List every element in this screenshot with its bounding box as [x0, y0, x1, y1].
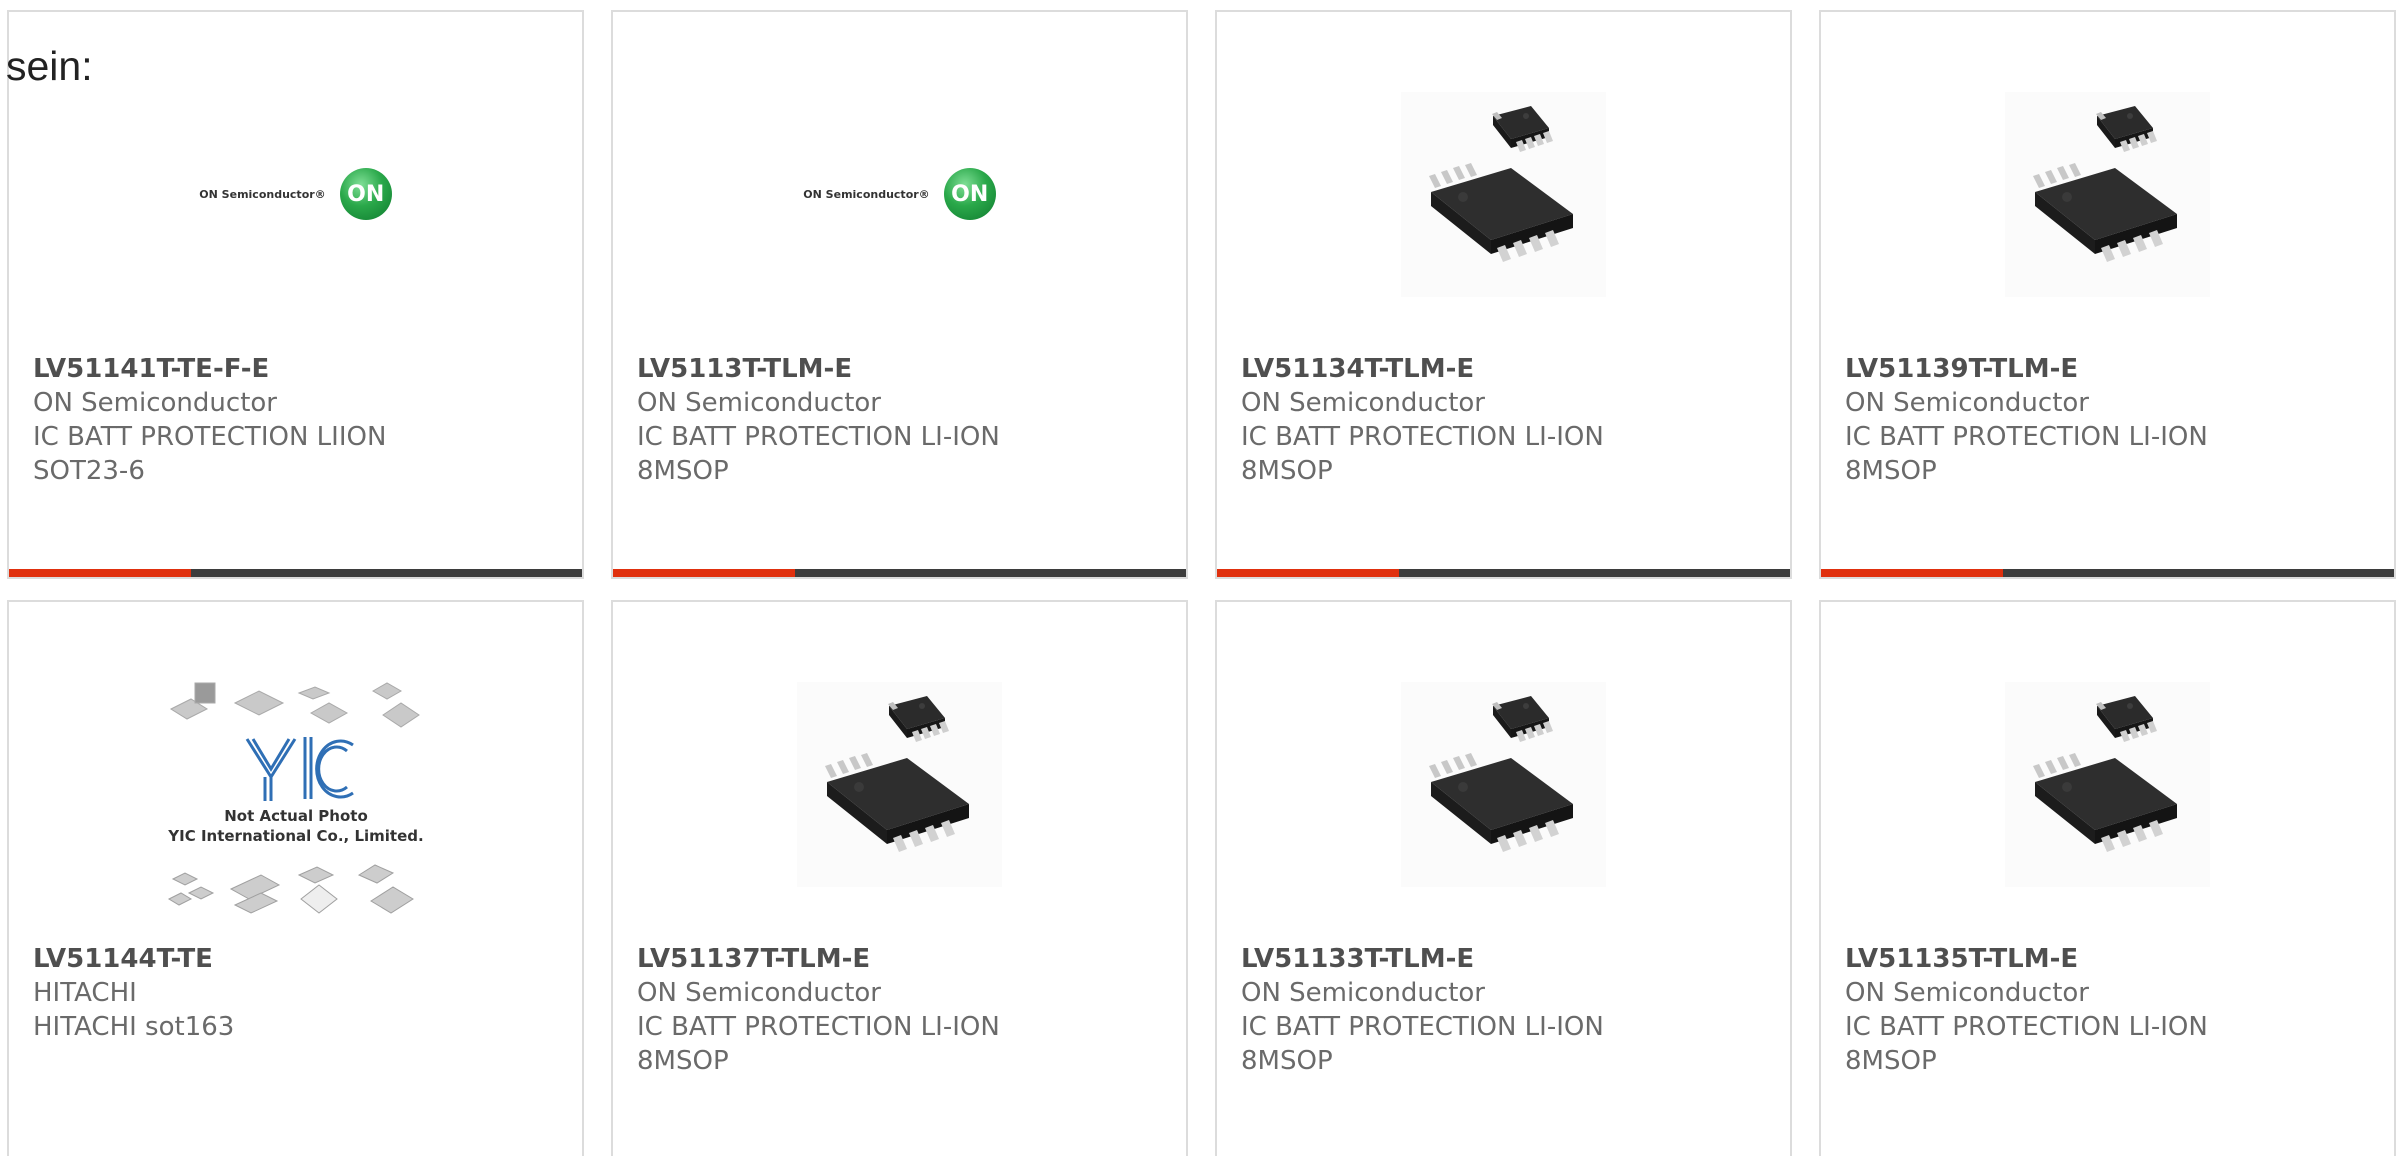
part-number[interactable]: LV51141T-TE-F-E: [33, 352, 570, 386]
chip-photo-svg: [797, 681, 1002, 887]
placeholder-line-1: Not Actual Photo: [224, 807, 368, 825]
card-progress-bar: [1821, 569, 2394, 577]
manufacturer: ON Semiconductor: [33, 388, 277, 418]
product-card[interactable]: LV51133T-TLM-E ON Semiconductor IC BATT …: [1215, 600, 1792, 1156]
card-bar-accent: [1217, 569, 1399, 577]
not-actual-photo-image: Not Actual Photo YIC International Co., …: [160, 679, 431, 929]
product-card[interactable]: LV51134T-TLM-E ON Semiconductor IC BATT …: [1215, 10, 1792, 579]
product-image[interactable]: [1821, 678, 2394, 890]
card-progress-bar: [1217, 569, 1790, 577]
on-logo-mark: ON: [339, 168, 392, 220]
description: IC BATT PROTECTION LI-ION: [1241, 1012, 1604, 1042]
manufacturer: ON Semiconductor: [637, 388, 881, 418]
part-number[interactable]: LV51137T-TLM-E: [637, 942, 1174, 976]
card-progress-bar: [9, 569, 582, 577]
product-card[interactable]: LV51139T-TLM-E ON Semiconductor IC BATT …: [1819, 10, 2396, 579]
chip-photo-svg: [2005, 91, 2210, 297]
product-info: LV51134T-TLM-E ON Semiconductor IC BATT …: [1241, 352, 1778, 488]
msop8-chip-image: [1401, 91, 1606, 297]
product-card[interactable]: LV51137T-TLM-E ON Semiconductor IC BATT …: [611, 600, 1188, 1156]
part-number[interactable]: LV51134T-TLM-E: [1241, 352, 1778, 386]
product-image[interactable]: [1217, 88, 1790, 300]
part-number[interactable]: LV51139T-TLM-E: [1845, 352, 2382, 386]
package: 8MSOP: [1241, 456, 1333, 486]
card-bar-accent: [9, 569, 191, 577]
description: IC BATT PROTECTION LI-ION: [637, 422, 1000, 452]
package: 8MSOP: [637, 1046, 729, 1076]
product-image[interactable]: ON Semiconductor® ON: [9, 88, 582, 300]
manufacturer: ON Semiconductor: [1241, 388, 1485, 418]
product-info: LV51135T-TLM-E ON Semiconductor IC BATT …: [1845, 942, 2382, 1078]
msop8-chip-image: [1401, 681, 1606, 887]
description: IC BATT PROTECTION LI-ION: [1845, 1012, 2208, 1042]
on-logo-mark: ON: [943, 168, 996, 220]
product-info: LV51141T-TE-F-E ON Semiconductor IC BATT…: [33, 352, 570, 488]
card-bar-accent: [613, 569, 795, 577]
manufacturer: ON Semiconductor: [637, 978, 881, 1008]
package: 8MSOP: [1241, 1046, 1333, 1076]
package: SOT23-6: [33, 456, 145, 486]
part-number[interactable]: LV5113T-TLM-E: [637, 352, 1174, 386]
product-card[interactable]: LV51135T-TLM-E ON Semiconductor IC BATT …: [1819, 600, 2396, 1156]
chip-photo-svg: [1401, 681, 1606, 887]
description: IC BATT PROTECTION LI-ION: [1845, 422, 2208, 452]
msop8-chip-image: [797, 681, 1002, 887]
on-semiconductor-logo: ON Semiconductor® ON: [199, 168, 392, 220]
part-number[interactable]: LV51144T-TE: [33, 942, 570, 976]
placeholder-line-2: YIC International Co., Limited.: [167, 827, 423, 845]
on-logo-wordmark: ON Semiconductor®: [199, 187, 326, 201]
on-semiconductor-logo: ON Semiconductor® ON: [803, 168, 996, 220]
product-info: LV51133T-TLM-E ON Semiconductor IC BATT …: [1241, 942, 1778, 1078]
product-info: LV51139T-TLM-E ON Semiconductor IC BATT …: [1845, 352, 2382, 488]
package: 8MSOP: [1845, 456, 1937, 486]
description: HITACHI sot163: [33, 1012, 235, 1042]
description: IC BATT PROTECTION LIION: [33, 422, 387, 452]
lead-text: sein:: [6, 43, 93, 89]
chip-photo-svg: [2005, 681, 2210, 887]
chip-photo-svg: [1401, 91, 1606, 297]
manufacturer: ON Semiconductor: [1845, 388, 2089, 418]
product-info: LV51137T-TLM-E ON Semiconductor IC BATT …: [637, 942, 1174, 1078]
card-progress-bar: [613, 569, 1186, 577]
product-card[interactable]: ON Semiconductor® ON LV5113T-TLM-E ON Se…: [611, 10, 1188, 579]
package: 8MSOP: [1845, 1046, 1937, 1076]
product-image[interactable]: [1217, 678, 1790, 890]
product-info: LV51144T-TE HITACHI HITACHI sot163: [33, 942, 570, 1044]
product-image[interactable]: Not Actual Photo YIC International Co., …: [9, 678, 582, 929]
manufacturer: ON Semiconductor: [1845, 978, 2089, 1008]
part-number[interactable]: LV51135T-TLM-E: [1845, 942, 2382, 976]
manufacturer: ON Semiconductor: [1241, 978, 1485, 1008]
description: IC BATT PROTECTION LI-ION: [1241, 422, 1604, 452]
product-image[interactable]: [613, 678, 1186, 890]
product-card[interactable]: Not Actual Photo YIC International Co., …: [7, 600, 584, 1156]
msop8-chip-image: [2005, 91, 2210, 297]
product-image[interactable]: ON Semiconductor® ON: [613, 88, 1186, 300]
part-number[interactable]: LV51133T-TLM-E: [1241, 942, 1778, 976]
package: 8MSOP: [637, 456, 729, 486]
description: IC BATT PROTECTION LI-ION: [637, 1012, 1000, 1042]
product-image[interactable]: [1821, 88, 2394, 300]
msop8-chip-image: [2005, 681, 2210, 887]
on-logo-wordmark: ON Semiconductor®: [803, 187, 930, 201]
product-grid-page: sein: ON Semiconductor® ON LV51141T-TE-F…: [0, 0, 2400, 1156]
product-info: LV5113T-TLM-E ON Semiconductor IC BATT P…: [637, 352, 1174, 488]
yic-placeholder-svg: Not Actual Photo YIC International Co., …: [160, 679, 431, 929]
product-card[interactable]: ON Semiconductor® ON LV51141T-TE-F-E ON …: [7, 10, 584, 579]
card-bar-accent: [1821, 569, 2003, 577]
manufacturer: HITACHI: [33, 978, 137, 1008]
